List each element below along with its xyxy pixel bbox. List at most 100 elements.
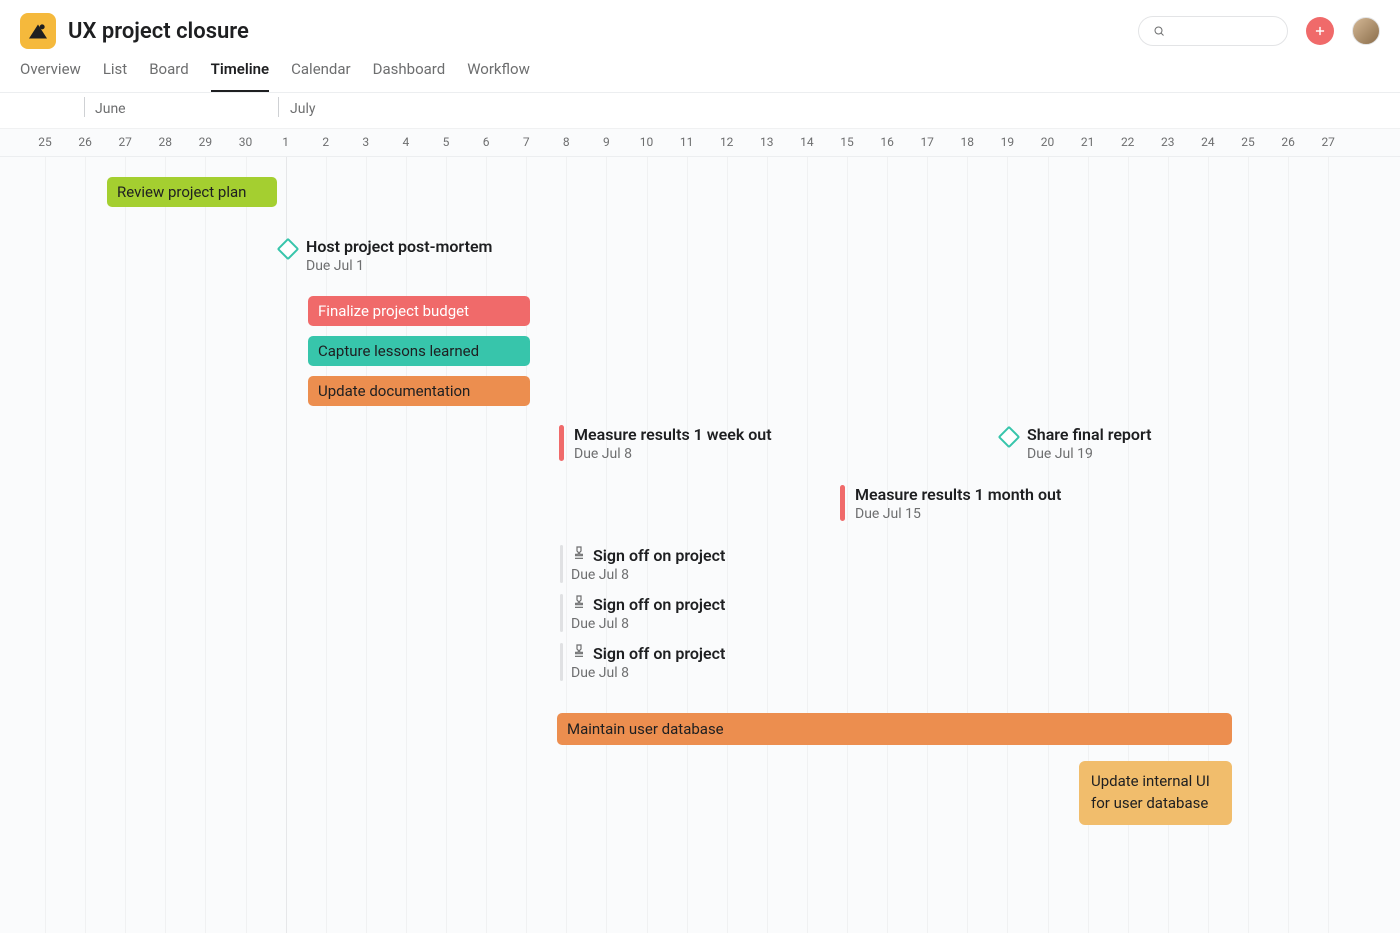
month-label: July bbox=[290, 101, 315, 117]
task-title: Measure results 1 week out bbox=[574, 425, 772, 444]
approval-due: Due Jul 8 bbox=[571, 567, 725, 583]
tab-board[interactable]: Board bbox=[149, 60, 188, 92]
tab-bar: Overview List Board Timeline Calendar Dashboa… bbox=[0, 50, 1400, 93]
grid-line bbox=[927, 157, 928, 933]
grid-line bbox=[246, 157, 247, 933]
day-header: 1 bbox=[266, 135, 306, 149]
day-header: 7 bbox=[506, 135, 546, 149]
task-review-project-plan[interactable]: Review project plan bbox=[107, 177, 277, 207]
approval-title: Sign off on project bbox=[593, 644, 725, 663]
plus-icon bbox=[1313, 24, 1327, 38]
tab-workflow[interactable]: Workflow bbox=[467, 60, 530, 92]
grid-line bbox=[45, 157, 46, 933]
day-header: 4 bbox=[386, 135, 426, 149]
grid-line bbox=[847, 157, 848, 933]
day-header: 22 bbox=[1108, 135, 1148, 149]
milestone-title: Host project post-mortem bbox=[306, 237, 492, 256]
marker-bar bbox=[559, 425, 564, 461]
day-header: 29 bbox=[185, 135, 225, 149]
month-tick bbox=[84, 97, 85, 117]
grid-line bbox=[165, 157, 166, 933]
search-icon bbox=[1153, 24, 1165, 38]
user-avatar[interactable] bbox=[1352, 17, 1380, 45]
day-header: 5 bbox=[426, 135, 466, 149]
grid-line bbox=[1328, 157, 1329, 933]
day-header: 23 bbox=[1148, 135, 1188, 149]
month-tick bbox=[278, 97, 279, 117]
day-header: 13 bbox=[747, 135, 787, 149]
day-header: 18 bbox=[947, 135, 987, 149]
day-header: 12 bbox=[707, 135, 747, 149]
task-update-internal-ui[interactable]: Update internal UI for user database bbox=[1079, 761, 1232, 825]
milestone-post-mortem[interactable]: Host project post-mortem Due Jul 1 bbox=[280, 237, 492, 274]
tab-dashboard[interactable]: Dashboard bbox=[373, 60, 446, 92]
approval-due: Due Jul 8 bbox=[571, 665, 725, 681]
milestone-due: Due Jul 19 bbox=[1027, 446, 1152, 462]
stamp-icon bbox=[571, 643, 587, 663]
project-icon bbox=[20, 13, 56, 49]
day-header: 27 bbox=[1308, 135, 1348, 149]
task-maintain-user-database[interactable]: Maintain user database bbox=[557, 713, 1232, 745]
grid-line bbox=[526, 157, 527, 933]
task-measure-1-week[interactable]: Measure results 1 week outDue Jul 8 bbox=[559, 425, 772, 462]
marker-bar bbox=[840, 485, 845, 521]
diamond-icon bbox=[277, 238, 300, 261]
task-due: Due Jul 15 bbox=[855, 506, 1061, 522]
day-header: 26 bbox=[1268, 135, 1308, 149]
task-finalize-budget[interactable]: Finalize project budget bbox=[308, 296, 530, 326]
task-signoff-1[interactable]: Sign off on projectDue Jul 8 bbox=[560, 545, 725, 583]
milestone-share-final-report[interactable]: Share final report Due Jul 19 bbox=[1001, 425, 1152, 462]
grid-line bbox=[887, 157, 888, 933]
grid-line bbox=[727, 157, 728, 933]
diamond-icon bbox=[998, 426, 1021, 449]
day-header: 28 bbox=[145, 135, 185, 149]
tab-calendar[interactable]: Calendar bbox=[291, 60, 351, 92]
task-update-documentation[interactable]: Update documentation bbox=[308, 376, 530, 406]
day-header: 25 bbox=[1228, 135, 1268, 149]
month-header-row: June July bbox=[0, 93, 1400, 129]
day-header: 24 bbox=[1188, 135, 1228, 149]
month-label: June bbox=[95, 101, 126, 117]
header-bar: UX project closure bbox=[0, 0, 1400, 50]
search-box[interactable] bbox=[1138, 16, 1288, 46]
approval-due: Due Jul 8 bbox=[571, 616, 725, 632]
task-signoff-3[interactable]: Sign off on project Due Jul 8 bbox=[560, 643, 725, 681]
task-signoff-2[interactable]: Sign off on project Due Jul 8 bbox=[560, 594, 725, 632]
approval-edge bbox=[560, 545, 563, 583]
day-header: 11 bbox=[667, 135, 707, 149]
add-button[interactable] bbox=[1306, 17, 1334, 45]
grid-line bbox=[807, 157, 808, 933]
approval-edge bbox=[560, 643, 563, 681]
day-header: 17 bbox=[907, 135, 947, 149]
milestone-title: Share final report bbox=[1027, 425, 1152, 444]
tab-timeline[interactable]: Timeline bbox=[211, 60, 269, 92]
day-header: 26 bbox=[65, 135, 105, 149]
grid-line bbox=[85, 157, 86, 933]
search-input[interactable] bbox=[1173, 24, 1273, 39]
stamp-icon bbox=[571, 545, 587, 565]
project-title: UX project closure bbox=[68, 19, 249, 44]
grid-line bbox=[1248, 157, 1249, 933]
stamp-icon bbox=[571, 594, 587, 614]
day-header: 19 bbox=[987, 135, 1027, 149]
day-header: 8 bbox=[546, 135, 586, 149]
approval-title: Sign off on project bbox=[593, 595, 725, 614]
timeline-view: JuneJuly 2526272829301234567891011121314… bbox=[0, 93, 1400, 933]
day-header: 27 bbox=[105, 135, 145, 149]
timeline-canvas[interactable]: Review project planHost project post-mor… bbox=[0, 157, 1400, 933]
grid-line bbox=[767, 157, 768, 933]
day-header: 21 bbox=[1068, 135, 1108, 149]
grid-line bbox=[205, 157, 206, 933]
day-header: 20 bbox=[1028, 135, 1068, 149]
approval-edge bbox=[560, 594, 563, 632]
task-title: Measure results 1 month out bbox=[855, 485, 1061, 504]
day-header: 16 bbox=[867, 135, 907, 149]
tab-list[interactable]: List bbox=[103, 60, 127, 92]
day-header: 14 bbox=[787, 135, 827, 149]
grid-line bbox=[967, 157, 968, 933]
milestone-due: Due Jul 1 bbox=[306, 258, 492, 274]
task-measure-1-month[interactable]: Measure results 1 month out Due Jul 15 bbox=[840, 485, 1061, 522]
tab-overview[interactable]: Overview bbox=[20, 60, 81, 92]
day-header: 30 bbox=[226, 135, 266, 149]
task-capture-lessons[interactable]: Capture lessons learned bbox=[308, 336, 530, 366]
